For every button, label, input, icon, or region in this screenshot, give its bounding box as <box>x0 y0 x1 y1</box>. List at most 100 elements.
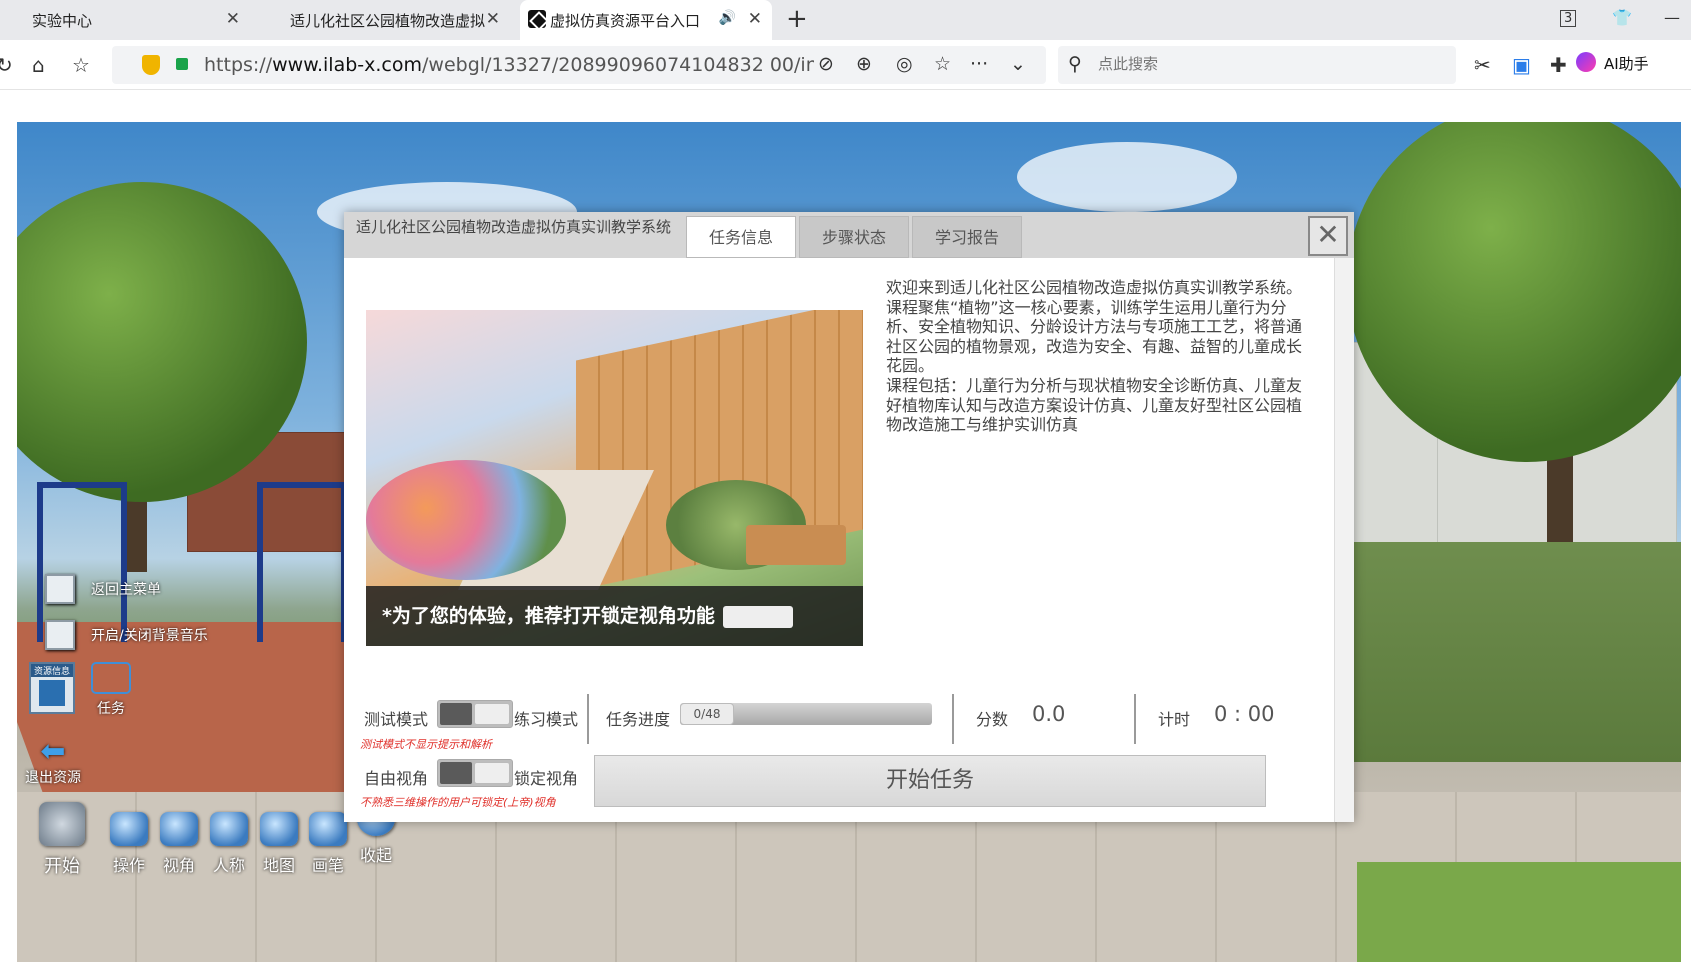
dialog-body: *为了您的体验，推荐打开锁定视角功能 欢迎来到适儿化社区公园植物改造虚拟仿真实训… <box>344 258 1334 822</box>
camera-icon <box>160 812 198 846</box>
toolbar-label: 画笔 <box>311 856 344 875</box>
start-task-button[interactable]: 开始任务 <box>594 755 1266 807</box>
intro-paragraph: 课程包括：儿童行为分析与现状植物安全诊断仿真、儿童友好植物库认知与改造方案设计仿… <box>886 375 1303 435</box>
toolbar-map[interactable]: 地图 <box>260 812 298 876</box>
close-tab-icon[interactable]: ✕ <box>226 9 240 29</box>
tab-count-button[interactable]: 3 <box>1560 10 1577 27</box>
toggle-knob <box>474 762 510 784</box>
extensions-icon[interactable]: ✚ <box>1550 53 1567 77</box>
browser-tab-bar: 实验中心 ✕ 适儿化社区公园植物改造虚拟 ✕ 虚拟仿真资源平台入口 🔊 ✕ + … <box>0 0 1691 40</box>
swing-frame <box>37 482 127 642</box>
search-input[interactable] <box>1098 55 1398 73</box>
progress-value: 0/48 <box>680 703 734 725</box>
flowers <box>366 460 566 580</box>
toolbar-view[interactable]: 视角 <box>160 812 198 876</box>
address-bar: ↻ ⌂ ☆ https://www.ilab-x.com/webgl/13327… <box>0 40 1691 90</box>
exit-resource-button[interactable]: ⬅ 退出资源 <box>25 737 81 787</box>
url-field[interactable]: https://www.ilab-x.com/webgl/13327/20899… <box>112 46 1046 84</box>
lock-icon <box>176 58 188 70</box>
view-toggle[interactable] <box>437 759 513 787</box>
cube-icon <box>45 574 75 604</box>
tab-park-system[interactable]: 适儿化社区公园植物改造虚拟 ✕ <box>260 0 510 40</box>
no-translate-icon[interactable]: ⊘ <box>818 53 834 75</box>
divider <box>587 694 589 744</box>
banner-caption: *为了您的体验，推荐打开锁定视角功能 <box>366 586 863 646</box>
scissors-icon[interactable]: ✂ <box>1474 53 1491 77</box>
person-icon <box>210 812 248 846</box>
favorites-icon[interactable]: ☆ <box>72 53 90 77</box>
tab-label: 实验中心 <box>32 11 93 30</box>
tab-experiment-center[interactable]: 实验中心 ✕ <box>0 0 250 40</box>
new-tab-button[interactable]: + <box>786 4 808 34</box>
shield-icon[interactable] <box>142 55 160 75</box>
mode-toggle[interactable] <box>437 700 513 728</box>
toolbar-label: 人称 <box>212 856 245 875</box>
swing-frame <box>257 482 347 642</box>
reload-icon[interactable]: ↻ <box>0 53 13 77</box>
timer-label: 计时 <box>1158 710 1191 729</box>
lawn <box>1357 862 1681 962</box>
search-box: ⚲ <box>1058 46 1456 84</box>
toggle-track <box>440 762 472 784</box>
test-mode-label: 测试模式 <box>364 710 429 729</box>
toolbar-label: 操作 <box>112 856 145 875</box>
mini-switch-icon <box>722 605 793 628</box>
compass-icon[interactable]: ◎ <box>896 53 913 75</box>
intro-paragraph: 课程聚焦“植物”这一核心要素，训练学生运用儿童行为分析、安全植物知识、分龄设计方… <box>886 297 1303 376</box>
music-toggle-button[interactable]: 开启/关闭背景音乐 <box>45 620 208 650</box>
url-text[interactable]: https://www.ilab-x.com/webgl/13327/20899… <box>204 54 814 76</box>
speaker-icon[interactable]: 🔊 <box>719 10 736 26</box>
task-button[interactable]: 任务 <box>91 662 131 718</box>
translate-icon[interactable]: ▣ <box>1512 53 1531 77</box>
task-progress-bar: 0/48 <box>680 703 932 725</box>
timer-value: 0 : 00 <box>1214 702 1275 726</box>
chevron-down-icon[interactable]: ⌄ <box>1010 53 1026 75</box>
task-info-dialog: 适儿化社区公园植物改造虚拟仿真实训教学系统 任务信息 步骤状态 学习报告 ✕ *… <box>344 212 1354 822</box>
locked-view-label: 锁定视角 <box>514 769 579 788</box>
back-main-menu-button[interactable]: 返回主菜单 <box>45 574 161 604</box>
course-intro: 欢迎来到适儿化社区公园植物改造虚拟仿真实训教学系统。 课程聚焦“植物”这一核心要… <box>886 278 1306 435</box>
scrollbar[interactable] <box>1334 258 1354 822</box>
view-hint: 不熟悉三维操作的用户可锁定(上帝)视角 <box>360 796 556 809</box>
cloud <box>1017 142 1237 212</box>
intro-paragraph: 欢迎来到适儿化社区公园植物改造虚拟仿真实训教学系统。 <box>886 278 1303 297</box>
toolbar-label: 地图 <box>262 856 295 875</box>
tab-task-info[interactable]: 任务信息 <box>686 216 796 258</box>
search-icon: ⚲ <box>1068 53 1082 75</box>
close-tab-icon[interactable]: ✕ <box>486 9 500 29</box>
bench <box>746 525 846 565</box>
banner-caption-text: *为了您的体验，推荐打开锁定视角功能 <box>382 605 715 627</box>
shirt-icon[interactable]: 👕 <box>1612 8 1632 27</box>
minimize-icon[interactable]: — <box>1664 8 1680 27</box>
divider <box>952 694 954 744</box>
close-icon[interactable]: ✕ <box>1308 216 1348 256</box>
free-view-label: 自由视角 <box>364 769 429 788</box>
music-toggle-label: 开启/关闭背景音乐 <box>91 628 208 644</box>
toolbar-brush[interactable]: 画笔 <box>309 812 347 876</box>
score-value: 0.0 <box>1032 702 1066 726</box>
more-icon[interactable]: ··· <box>970 53 988 75</box>
toolbar-start[interactable]: 开始 <box>39 802 85 878</box>
tab-platform-entry[interactable]: 虚拟仿真资源平台入口 🔊 ✕ <box>520 0 772 40</box>
toolbar-label: 视角 <box>162 856 195 875</box>
star-icon[interactable]: ☆ <box>934 53 951 75</box>
mode-hint: 测试模式不显示提示和解析 <box>360 738 492 751</box>
toolbar-operate[interactable]: 操作 <box>110 812 148 876</box>
toolbar-label: 开始 <box>44 856 80 877</box>
toolbar-label: 收起 <box>359 846 392 865</box>
dialog-header: 适儿化社区公园植物改造虚拟仿真实训教学系统 任务信息 步骤状态 学习报告 ✕ <box>344 212 1354 258</box>
ai-assistant-button[interactable]: AI助手 <box>1576 52 1649 74</box>
close-tab-icon[interactable]: ✕ <box>748 9 762 29</box>
clipboard-icon <box>91 662 131 694</box>
site-favicon-icon <box>528 10 546 28</box>
home-icon[interactable]: ⌂ <box>32 53 45 77</box>
zoom-icon[interactable]: ⊕ <box>856 53 872 75</box>
tab-learning-report[interactable]: 学习报告 <box>912 216 1022 258</box>
tab-step-status[interactable]: 步骤状态 <box>799 216 909 258</box>
toolbar-person[interactable]: 人称 <box>210 812 248 876</box>
resource-info-button[interactable]: 资源信息 <box>29 662 75 714</box>
dialog-title: 适儿化社区公园植物改造虚拟仿真实训教学系统 <box>356 218 672 236</box>
brush-icon <box>309 812 347 846</box>
garden-illustration: *为了您的体验，推荐打开锁定视角功能 <box>366 310 863 646</box>
score-label: 分数 <box>976 710 1009 729</box>
